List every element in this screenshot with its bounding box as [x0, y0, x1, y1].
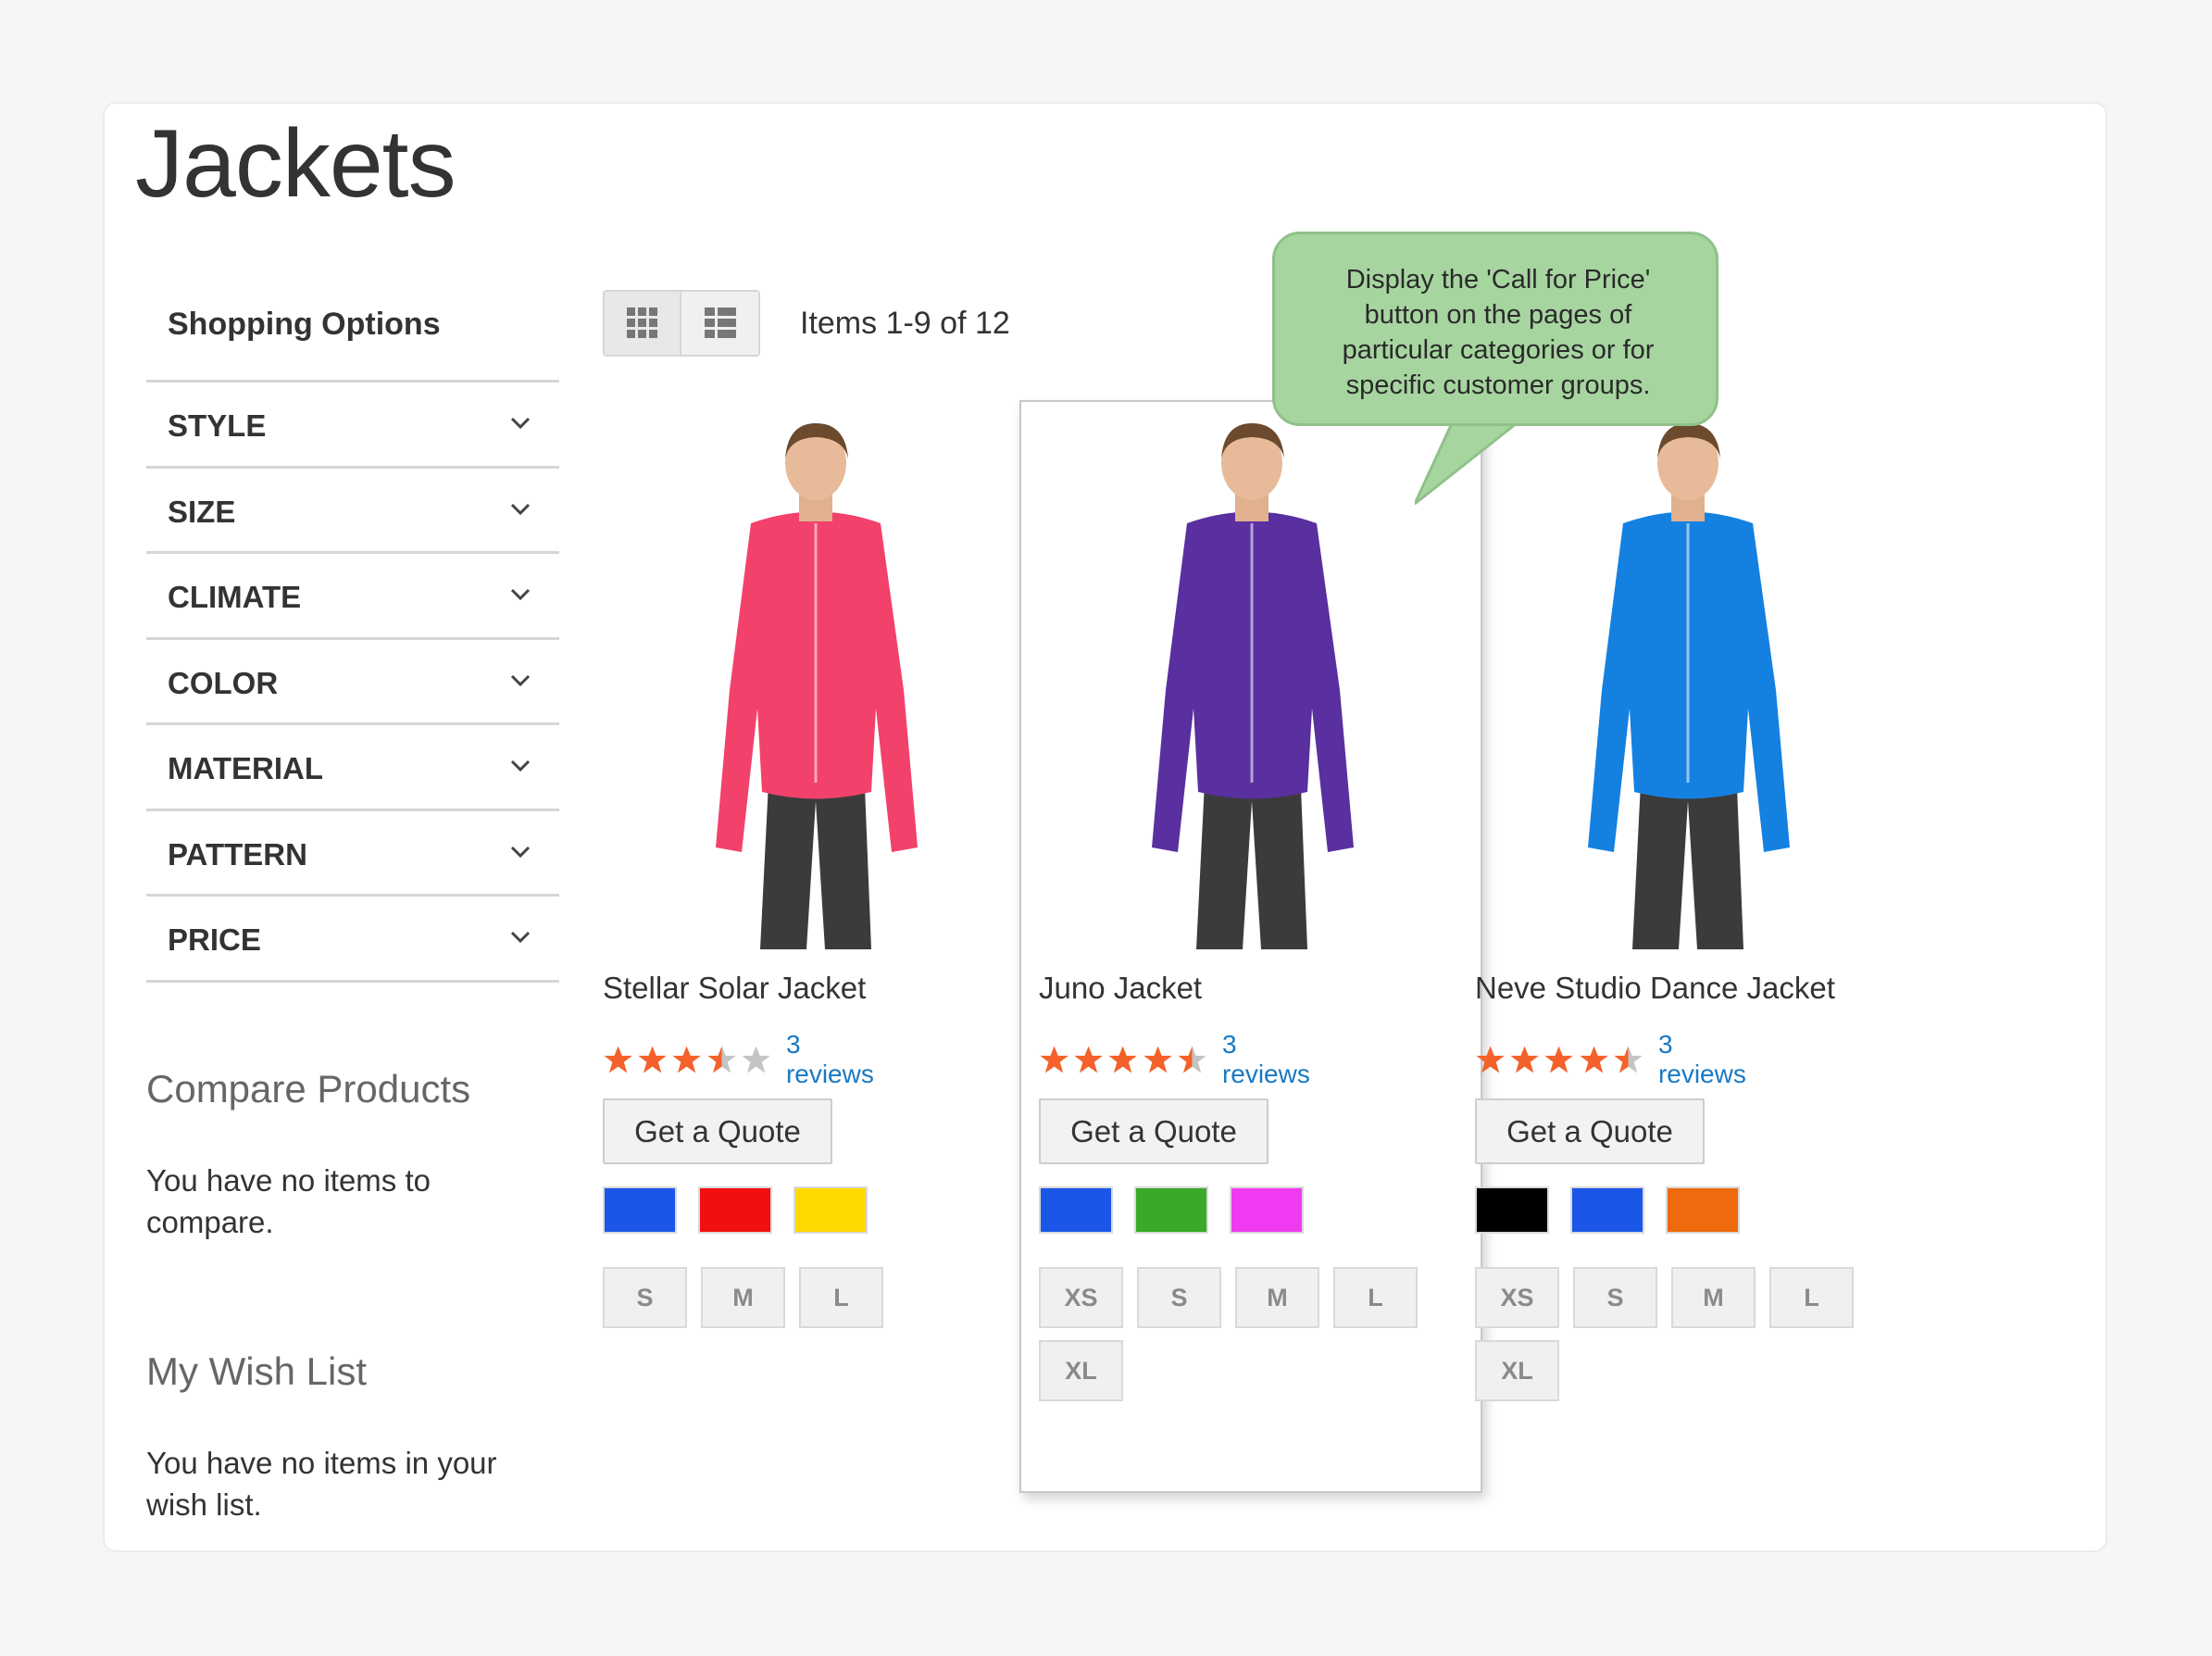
color-swatch[interactable]: [794, 1186, 868, 1234]
filter-climate[interactable]: CLIMATE: [146, 554, 559, 640]
product-photo: [1152, 423, 1354, 949]
page-title: Jackets: [135, 110, 456, 218]
star-icon: [638, 1046, 667, 1073]
color-swatch[interactable]: [1666, 1186, 1740, 1234]
chevron-down-icon: [510, 846, 531, 858]
star-icon: [1040, 1046, 1069, 1073]
list-view-icon: [704, 307, 736, 338]
color-swatch[interactable]: [1570, 1186, 1644, 1234]
star-icon: [1108, 1046, 1138, 1073]
filter-pattern[interactable]: PATTERN: [146, 811, 559, 897]
chevron-down-icon: [510, 674, 531, 686]
filter-label: PRICE: [168, 922, 261, 957]
callout-pointer: [1415, 422, 1518, 506]
product-image[interactable]: [695, 412, 936, 954]
get-a-quote-button[interactable]: Get a Quote: [1475, 1098, 1705, 1164]
filter-price[interactable]: PRICE: [146, 897, 559, 983]
size-option[interactable]: M: [1235, 1267, 1319, 1328]
shopping-options-title: Shopping Options: [168, 307, 441, 342]
star-icon: [742, 1046, 770, 1073]
reviews-link[interactable]: 3 reviews: [1222, 1030, 1323, 1089]
product-image[interactable]: [1568, 412, 1808, 954]
star-icon: [1143, 1046, 1172, 1073]
chevron-down-icon: [510, 759, 531, 772]
size-option[interactable]: XS: [1475, 1267, 1559, 1328]
view-mode-switcher: [603, 290, 760, 357]
star-icon: [1074, 1046, 1103, 1073]
grid-view-icon: [626, 307, 657, 338]
size-option[interactable]: XL: [1475, 1340, 1559, 1401]
size-option[interactable]: L: [1769, 1267, 1854, 1328]
color-swatch[interactable]: [1475, 1186, 1549, 1234]
filter-label: SIZE: [168, 494, 236, 529]
color-swatch[interactable]: [698, 1186, 772, 1234]
product-name-link[interactable]: Stellar Solar Jacket: [603, 971, 866, 1006]
star-icon: [1178, 1046, 1206, 1073]
filter-list: STYLE SIZE CLIMATE COLOR MATERIAL PATTERN PRIC…: [146, 380, 559, 983]
product-rating: 3 reviews: [1039, 1030, 1323, 1089]
color-swatch[interactable]: [1039, 1186, 1113, 1234]
size-option[interactable]: M: [1671, 1267, 1756, 1328]
size-option[interactable]: S: [603, 1267, 687, 1328]
size-option[interactable]: S: [1573, 1267, 1657, 1328]
star-icon: [1579, 1046, 1608, 1073]
size-option[interactable]: L: [1333, 1267, 1418, 1328]
get-a-quote-button[interactable]: Get a Quote: [603, 1098, 832, 1164]
list-view-button[interactable]: [681, 292, 758, 355]
star-icon: [1476, 1046, 1505, 1073]
filter-label: PATTERN: [168, 836, 307, 872]
size-option[interactable]: S: [1137, 1267, 1221, 1328]
grid-view-button[interactable]: [605, 292, 682, 355]
callout-bubble: Display the 'Call for Price' button on t…: [1272, 232, 1718, 426]
product-rating: 3 reviews: [603, 1030, 887, 1089]
get-a-quote-button[interactable]: Get a Quote: [1039, 1098, 1268, 1164]
star-icon: [1510, 1046, 1539, 1073]
color-swatch[interactable]: [1134, 1186, 1208, 1234]
star-icon: [604, 1046, 632, 1073]
chevron-down-icon: [510, 503, 531, 515]
product-name-link[interactable]: Neve Studio Dance Jacket: [1475, 971, 1835, 1006]
filter-label: MATERIAL: [168, 751, 324, 785]
chevron-down-icon: [510, 931, 531, 944]
product-photo: [716, 423, 918, 949]
chevron-down-icon: [510, 588, 531, 601]
reviews-link[interactable]: 3 reviews: [1658, 1030, 1759, 1089]
product-name-link[interactable]: Juno Jacket: [1039, 971, 1202, 1006]
size-option[interactable]: L: [799, 1267, 883, 1328]
star-icon: [706, 1046, 736, 1073]
filter-size[interactable]: SIZE: [146, 469, 559, 554]
star-icon: [1544, 1046, 1574, 1073]
star-icon: [1614, 1046, 1643, 1073]
wishlist-title: My Wish List: [146, 1349, 368, 1393]
star-icon: [672, 1046, 702, 1073]
product-image[interactable]: [1131, 412, 1372, 954]
wishlist-empty-text: You have no items in your wish list.: [146, 1446, 497, 1522]
toolbar-amount: Items 1-9 of 12: [800, 306, 1010, 341]
reviews-link[interactable]: 3 reviews: [786, 1030, 887, 1089]
color-swatch[interactable]: [1230, 1186, 1304, 1234]
callout-text: Display the 'Call for Price' button on t…: [1342, 265, 1655, 400]
filter-style[interactable]: STYLE: [146, 383, 559, 469]
filter-label: COLOR: [168, 665, 279, 700]
compare-empty-text: You have no items to compare.: [146, 1163, 431, 1239]
filter-label: STYLE: [168, 408, 267, 443]
size-option[interactable]: XS: [1039, 1267, 1123, 1328]
size-option[interactable]: M: [701, 1267, 785, 1328]
filter-material[interactable]: MATERIAL: [146, 725, 559, 811]
filter-label: CLIMATE: [168, 580, 302, 614]
compare-products-title: Compare Products: [146, 1067, 471, 1110]
size-option[interactable]: XL: [1039, 1340, 1123, 1401]
chevron-down-icon: [510, 417, 531, 430]
product-rating: 3 reviews: [1475, 1030, 1759, 1089]
product-photo: [1588, 423, 1790, 949]
color-swatch[interactable]: [603, 1186, 677, 1234]
filter-color[interactable]: COLOR: [146, 640, 559, 725]
